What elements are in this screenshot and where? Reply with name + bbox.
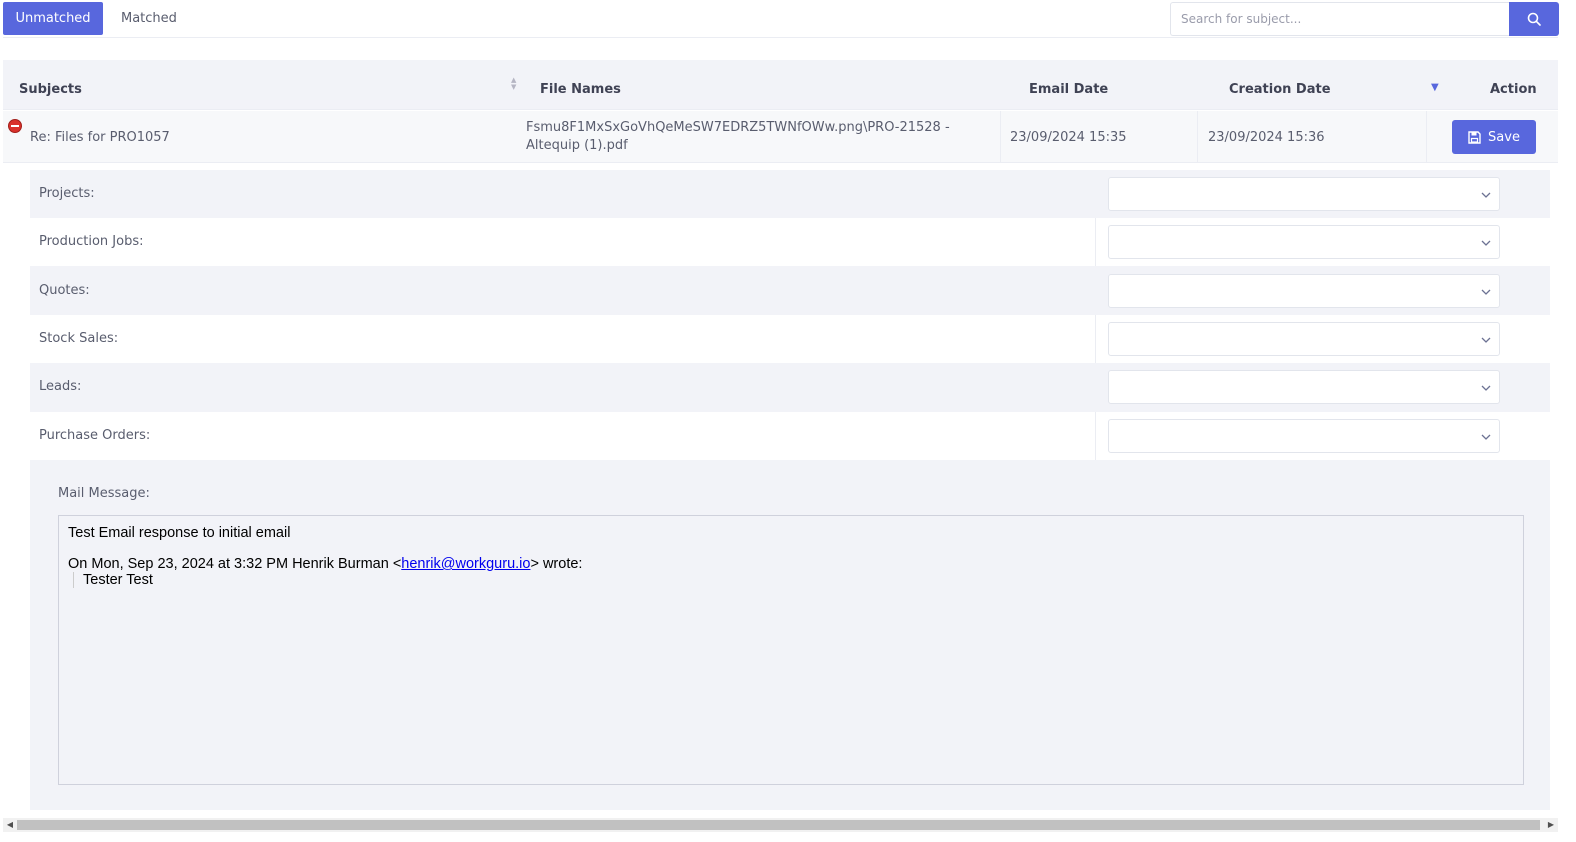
field-label-projects: Projects: xyxy=(39,186,95,201)
chevron-down-icon xyxy=(1481,337,1491,343)
row-creation-date: 23/09/2024 15:36 xyxy=(1197,111,1426,163)
mail-reply-header: On Mon, Sep 23, 2024 at 3:32 PM Henrik B… xyxy=(68,556,1514,572)
header-creation-date[interactable]: Creation Date xyxy=(1229,60,1331,110)
tab-matched[interactable]: Matched xyxy=(107,2,202,35)
field-row-leads: Leads: xyxy=(30,363,1550,411)
mail-message-box[interactable]: Test Email response to initial email On … xyxy=(58,515,1524,785)
stock-sales-select[interactable] xyxy=(1108,322,1500,356)
chevron-down-icon xyxy=(1481,289,1491,295)
search-icon xyxy=(1527,12,1541,26)
quotes-select[interactable] xyxy=(1108,274,1500,308)
save-button[interactable]: Save xyxy=(1452,120,1536,154)
scroll-right-arrow-icon[interactable]: ▶ xyxy=(1544,818,1558,832)
search-input[interactable] xyxy=(1170,2,1509,36)
field-row-quotes: Quotes: xyxy=(30,267,1550,315)
table-header: Subjects ▲ ▼ File Names Email Date Creati… xyxy=(3,60,1558,110)
chevron-down-icon xyxy=(1481,434,1491,440)
header-subjects[interactable]: Subjects xyxy=(19,60,82,110)
scrollbar-thumb[interactable] xyxy=(17,820,1540,830)
minus-circle-icon[interactable] xyxy=(8,119,22,133)
field-label-production-jobs: Production Jobs: xyxy=(39,234,144,249)
tab-unmatched[interactable]: Unmatched xyxy=(3,2,103,35)
leads-select[interactable] xyxy=(1108,370,1500,404)
projects-select[interactable] xyxy=(1108,177,1500,211)
purchase-orders-select[interactable] xyxy=(1108,419,1500,453)
field-divider xyxy=(1095,412,1096,460)
mail-body-line: Test Email response to initial email xyxy=(68,525,291,541)
field-label-leads: Leads: xyxy=(39,379,82,394)
field-divider xyxy=(1095,218,1096,266)
detail-panel: Projects: Production Jobs: Quotes: Stock… xyxy=(30,170,1550,810)
row-email-date: 23/09/2024 15:35 xyxy=(1000,111,1197,163)
sort-both-icon[interactable]: ▲ ▼ xyxy=(511,77,516,91)
header-action: Action xyxy=(1490,82,1537,97)
search-button[interactable] xyxy=(1509,2,1559,36)
field-row-stock-sales: Stock Sales: xyxy=(30,315,1550,363)
horizontal-scrollbar[interactable]: ◀ ▶ xyxy=(3,818,1558,832)
chevron-down-icon xyxy=(1481,385,1491,391)
production-jobs-select[interactable] xyxy=(1108,225,1500,259)
save-button-label: Save xyxy=(1488,129,1520,145)
field-row-purchase-orders: Purchase Orders: xyxy=(30,412,1550,460)
mail-reply-suffix: > wrote: xyxy=(530,556,583,572)
chevron-down-icon xyxy=(1481,240,1491,246)
table-row[interactable]: Re: Files for PRO1057 Fsmu8F1MxSxGoVhQeM… xyxy=(3,111,1558,163)
mail-message-label: Mail Message: xyxy=(58,486,150,501)
chevron-down-icon xyxy=(1481,192,1491,198)
field-label-quotes: Quotes: xyxy=(39,283,90,298)
sort-descending-icon[interactable]: ▼ xyxy=(1431,82,1439,93)
row-file-name: Fsmu8F1MxSxGoVhQeMeSW7EDRZ5TWNfOWw.png\P… xyxy=(526,120,950,153)
field-label-stock-sales: Stock Sales: xyxy=(39,331,119,346)
header-file-names[interactable]: File Names xyxy=(540,60,621,110)
mail-reply-prefix: On Mon, Sep 23, 2024 at 3:32 PM Henrik B… xyxy=(68,556,402,572)
field-label-purchase-orders: Purchase Orders: xyxy=(39,428,151,443)
field-divider xyxy=(1095,315,1096,363)
top-bar: Unmatched Matched xyxy=(3,2,1559,38)
scroll-left-arrow-icon[interactable]: ◀ xyxy=(3,818,17,832)
header-email-date[interactable]: Email Date xyxy=(1029,60,1108,110)
row-subject: Re: Files for PRO1057 xyxy=(30,129,170,145)
mail-sender-link[interactable]: henrik@workguru.io xyxy=(401,556,530,572)
mail-quoted-text: Tester Test xyxy=(73,572,1514,588)
field-row-production-jobs: Production Jobs: xyxy=(30,218,1550,266)
floppy-disk-icon xyxy=(1468,130,1481,144)
field-row-projects: Projects: xyxy=(30,170,1550,218)
